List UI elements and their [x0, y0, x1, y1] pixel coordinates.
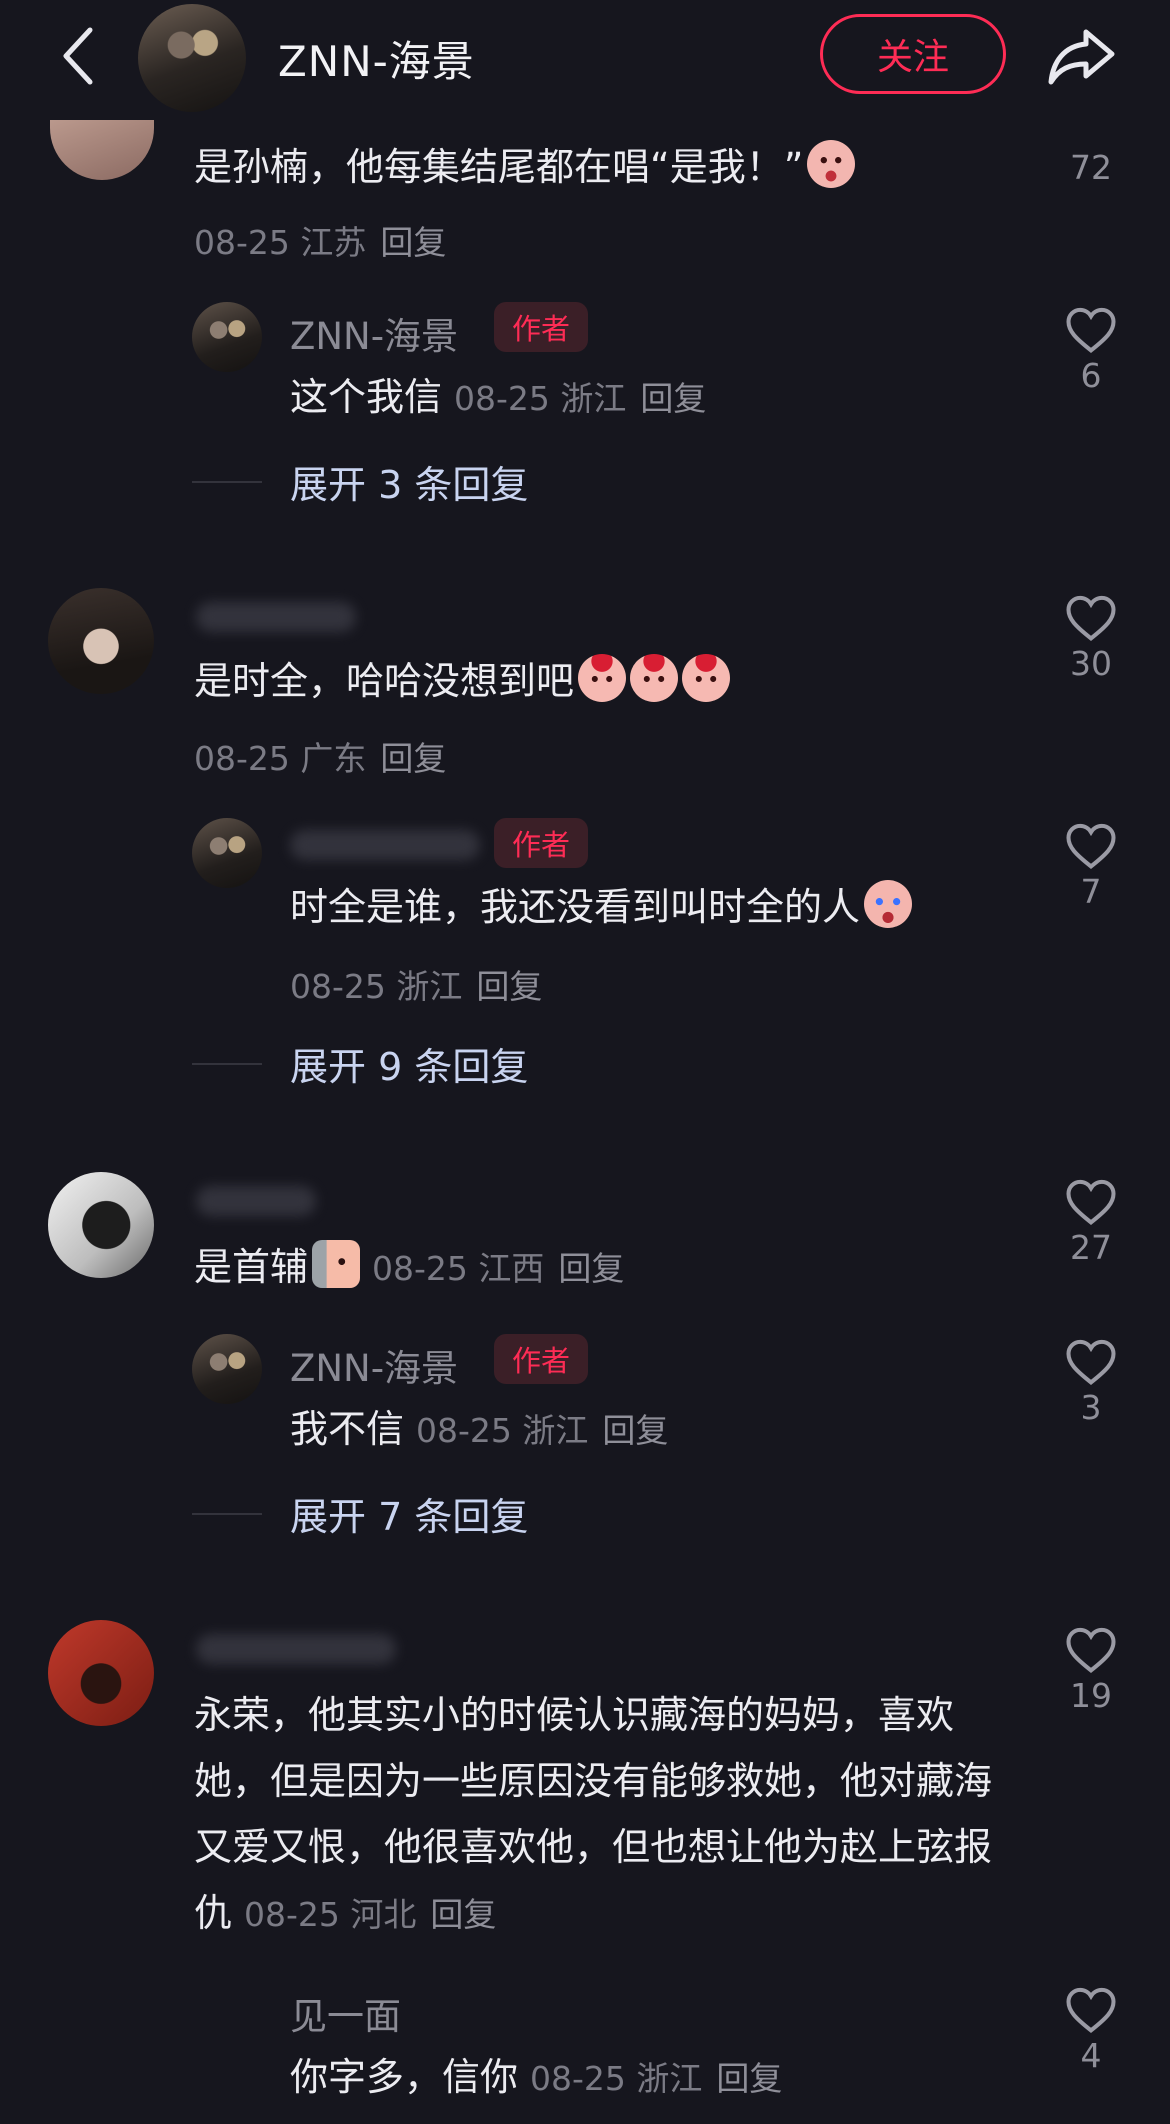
comment-text: 是首辅 08-25 江西 回复	[194, 1234, 624, 1302]
page-title[interactable]: ZNN-海景	[278, 28, 475, 89]
reply-author-name[interactable]: ZNN-海景	[290, 306, 458, 360]
author-avatar[interactable]	[138, 4, 246, 112]
heart-outline-icon	[1066, 1627, 1116, 1673]
commenter-avatar[interactable]	[48, 1172, 154, 1278]
reply-author-name[interactable]: ZNN-海景	[290, 1338, 458, 1392]
commenter-avatar[interactable]	[48, 1620, 154, 1726]
like-count: 30	[1070, 644, 1112, 683]
expand-replies-button[interactable]: 展开 9 条回复	[192, 1036, 528, 1091]
divider	[192, 480, 262, 483]
reply-button[interactable]: 回复	[430, 1895, 496, 1934]
follow-button[interactable]: 关注	[820, 14, 1006, 94]
author-avatar[interactable]	[192, 302, 262, 372]
back-button[interactable]	[52, 22, 104, 90]
author-avatar[interactable]	[192, 1334, 262, 1404]
reply-text: 这个我信 08-25 浙江 回复	[290, 375, 707, 419]
divider	[192, 1512, 262, 1515]
like-button[interactable]: 27	[1046, 1176, 1136, 1267]
flower-face-emoji	[578, 654, 627, 702]
reply-button[interactable]: 回复	[558, 1249, 624, 1288]
comment-list: 是孙楠，他每集结尾都在唱“是我！” 08-25 江苏 回复 72 ZNN-海景 作…	[0, 0, 1170, 2124]
commenter-name-blurred[interactable]	[196, 1634, 396, 1664]
heart-outline-icon	[1066, 1987, 1116, 2033]
chevron-left-icon	[63, 27, 93, 85]
reply-author-name-blurred[interactable]	[290, 830, 480, 860]
reply-button[interactable]: 回复	[380, 739, 446, 778]
comment-text: 永荣，他其实小的时候认识藏海的妈妈，喜欢她，但是因为一些原因没有能够救她，他对藏…	[194, 1693, 993, 1935]
like-button[interactable]: 30	[1046, 592, 1136, 683]
comment-text: 是时全，哈哈没想到吧	[194, 648, 731, 714]
author-avatar[interactable]	[192, 818, 262, 888]
peeking-face-emoji	[312, 1240, 361, 1288]
reply-meta: 08-25 浙江 回复	[290, 967, 543, 1006]
heart-outline-icon	[1066, 1339, 1116, 1385]
reply-button[interactable]: 回复	[602, 1411, 668, 1450]
like-count: 19	[1070, 1676, 1112, 1715]
heart-outline-icon	[1066, 1179, 1116, 1225]
commenter-avatar[interactable]	[48, 588, 154, 694]
like-count: 4	[1080, 2036, 1102, 2075]
reply-button[interactable]: 回复	[380, 223, 446, 262]
expand-replies-button[interactable]: 展开 3 条回复	[192, 454, 528, 509]
heart-outline-icon	[1066, 595, 1116, 641]
author-badge: 作者	[494, 818, 588, 868]
like-button[interactable]: 3	[1046, 1336, 1136, 1427]
like-count: 72	[1070, 148, 1112, 187]
reply-button[interactable]: 回复	[476, 967, 542, 1006]
flower-face-emoji	[682, 654, 731, 702]
commenter-name-blurred[interactable]	[196, 1186, 316, 1216]
reply-text: 时全是谁，我还没看到叫时全的人	[290, 874, 913, 940]
comment-text: 是孙楠，他每集结尾都在唱“是我！”	[194, 134, 856, 200]
reply-author-name[interactable]: 见一面	[290, 1986, 401, 2040]
crying-face-emoji	[864, 880, 913, 928]
share-button[interactable]	[1046, 24, 1118, 88]
like-button[interactable]: 6	[1046, 304, 1136, 395]
like-button[interactable]: 7	[1046, 820, 1136, 911]
heart-outline-icon	[1066, 823, 1116, 869]
flower-face-emoji	[630, 654, 679, 702]
heart-outline-icon	[1066, 307, 1116, 353]
reply-button[interactable]: 回复	[716, 2059, 782, 2098]
like-count: 27	[1070, 1228, 1112, 1267]
comment-meta: 08-25 江苏 回复	[194, 223, 447, 262]
divider	[192, 1062, 262, 1065]
top-bar: ZNN-海景 关注	[0, 0, 1170, 120]
like-count: 3	[1080, 1388, 1102, 1427]
expand-replies-button[interactable]: 展开 7 条回复	[192, 1486, 528, 1541]
reply-text: 你字多，信你 08-25 浙江 回复	[290, 2055, 783, 2099]
peach-face-emoji	[807, 140, 856, 188]
reply-text: 我不信 08-25 浙江 回复	[290, 1407, 669, 1451]
like-count: 7	[1080, 872, 1102, 911]
share-arrow-icon	[1048, 29, 1115, 85]
author-badge: 作者	[494, 302, 588, 352]
author-badge: 作者	[494, 1334, 588, 1384]
commenter-name-blurred[interactable]	[196, 602, 356, 632]
like-count: 6	[1080, 356, 1102, 395]
like-button[interactable]: 19	[1046, 1624, 1136, 1715]
comment-meta: 08-25 广东 回复	[194, 739, 447, 778]
reply-button[interactable]: 回复	[640, 379, 706, 418]
like-button[interactable]: 4	[1046, 1984, 1136, 2114]
